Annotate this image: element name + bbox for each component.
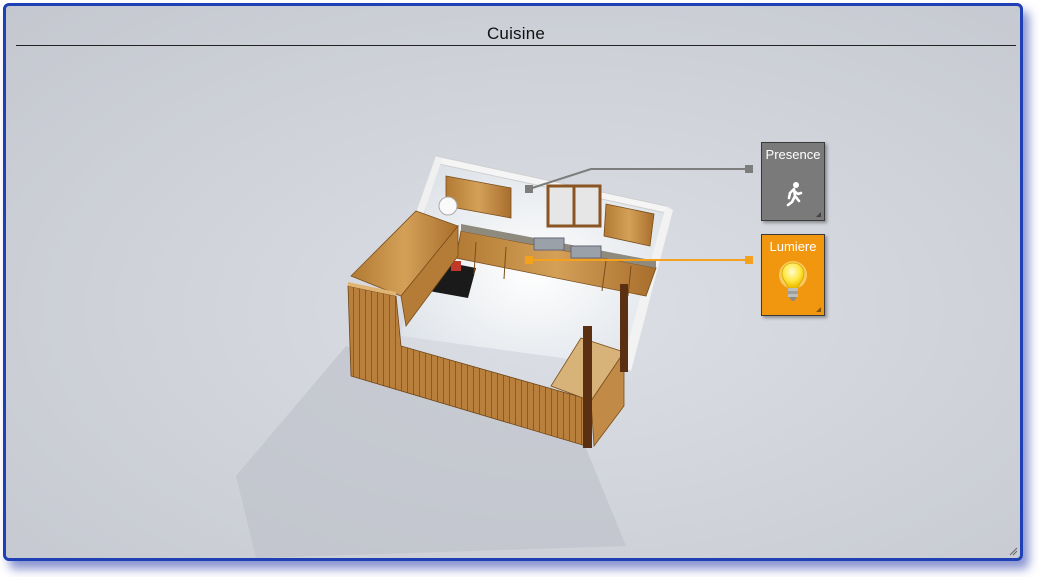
presence-label: Presence (765, 147, 821, 162)
tile-resize-corner (816, 212, 821, 217)
light-label: Lumiere (769, 239, 817, 254)
person-walking-icon (786, 182, 803, 207)
tile-resize-corner (816, 307, 821, 312)
room-panel: Cuisine Presence Lumiere (3, 3, 1023, 561)
presence-anchor (525, 185, 533, 193)
light-tile[interactable]: Lumiere (761, 234, 825, 316)
kitchen-floorplan-3d (236, 155, 753, 558)
presence-sensor-tile[interactable]: Presence (761, 142, 825, 221)
light-bulb-icon (779, 261, 807, 301)
lumiere-anchor (525, 256, 533, 264)
resize-grip-icon[interactable] (1009, 547, 1018, 556)
